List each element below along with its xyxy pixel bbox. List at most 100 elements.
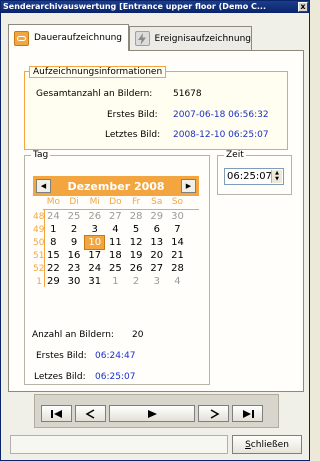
calendar-day[interactable]: 6: [146, 223, 167, 236]
calendar-day[interactable]: 23: [64, 262, 85, 275]
calendar-day[interactable]: 13: [146, 236, 167, 249]
week-number: 48: [33, 211, 45, 222]
calendar-day[interactable]: 21: [167, 249, 188, 262]
calendar-day[interactable]: 29: [146, 210, 167, 223]
calendar-day[interactable]: 19: [126, 249, 147, 262]
playback-bar: [34, 394, 279, 428]
calendar-week-row: 1 29 30 31 1 2 3 4: [33, 275, 199, 288]
skip-to-start-button[interactable]: [41, 405, 72, 422]
calendar-day[interactable]: 22: [43, 262, 64, 275]
tab-panel: Aufzeichnungsinformationen Gesamtanzahl …: [8, 50, 304, 392]
calendar-day[interactable]: 15: [43, 249, 64, 262]
calendar-weeks: 48 24 25 26 27 28 29 30 49 1 2 3 4 5 6 7 50 8 9 10 11 12 13 14 5…: [33, 210, 199, 288]
total-images-value: 51678: [173, 89, 202, 99]
calendar-day[interactable]: 27: [146, 262, 167, 275]
calendar-day[interactable]: 3: [146, 275, 167, 288]
tab-continuous-recording[interactable]: Daueraufzeichnung: [8, 24, 129, 51]
spin-down-icon[interactable]: ▼: [272, 176, 282, 182]
chevron-left-icon: ◀: [40, 182, 47, 190]
calendar-day[interactable]: 24: [43, 210, 64, 223]
time-group: Zeit 06:25:07 ▲ ▼: [217, 150, 292, 195]
calendar-header: ◀ Dezember 2008 ▶: [33, 176, 199, 196]
total-images-label: Gesamtanzahl an Bildern:: [36, 89, 153, 99]
first-image-value: 2007-06-18 06:56:32: [173, 110, 269, 120]
image-count-value: 20: [132, 330, 144, 340]
calendar-day[interactable]: 8: [43, 236, 64, 249]
time-input[interactable]: 06:25:07 ▲ ▼: [224, 168, 284, 185]
skip-to-end-button[interactable]: [232, 405, 263, 422]
calendar-day[interactable]: 5: [126, 223, 147, 236]
chevron-right-icon: ▶: [185, 182, 192, 190]
close-button[interactable]: Schließen: [232, 435, 302, 454]
day-first-image-value: 06:24:47: [95, 351, 136, 361]
time-spinner[interactable]: ▲ ▼: [271, 170, 282, 183]
time-group-title: Zeit: [224, 150, 246, 160]
day-name: Di: [69, 197, 79, 207]
day-group-title: Tag: [31, 150, 51, 160]
calendar-week-row: 51 15 16 17 18 19 20 21: [33, 249, 199, 262]
calendar-day[interactable]: 30: [64, 275, 85, 288]
calendar-day[interactable]: 2: [126, 275, 147, 288]
skip-to-start-icon: [50, 409, 62, 418]
calendar-day[interactable]: 25: [105, 262, 126, 275]
day-last-image-value: 06:25:07: [95, 372, 136, 382]
day-name: Fr: [131, 197, 141, 207]
day-group: Tag ◀ Dezember 2008 ▶ Mo Di Mi Do Fr Sa …: [24, 150, 210, 385]
tab-continuous-recording-label: Daueraufzeichnung: [34, 33, 123, 43]
calendar-day[interactable]: 9: [64, 236, 85, 249]
window-close-button[interactable]: x: [298, 2, 308, 12]
calendar-day[interactable]: 30: [167, 210, 188, 223]
calendar-day[interactable]: 28: [126, 210, 147, 223]
calendar-day[interactable]: 31: [84, 275, 105, 288]
window-titlebar[interactable]: Senderarchivauswertung [Entrance upper f…: [1, 1, 309, 13]
calendar-day[interactable]: 20: [146, 249, 167, 262]
calendar-day[interactable]: 4: [167, 275, 188, 288]
calendar-day[interactable]: 16: [64, 249, 85, 262]
calendar-day[interactable]: 10: [84, 235, 106, 250]
calendar-day[interactable]: 26: [84, 210, 105, 223]
tab-event-recording[interactable]: Ereignisaufzeichnung: [129, 26, 252, 50]
lightning-icon: [135, 31, 150, 46]
last-image-value: 2008-12-10 06:25:07: [173, 130, 269, 140]
calendar-week-row: 48 24 25 26 27 28 29 30: [33, 210, 199, 223]
calendar-day[interactable]: 12: [126, 236, 147, 249]
recording-icon: [14, 30, 29, 46]
calendar-day[interactable]: 1: [105, 275, 126, 288]
calendar-week-row: 52 22 23 24 25 26 27 28: [33, 262, 199, 275]
calendar-day[interactable]: 29: [43, 275, 64, 288]
day-first-image-label: Erstes Bild:: [36, 351, 87, 361]
day-name: Mo: [46, 197, 60, 207]
step-forward-button[interactable]: [198, 405, 229, 422]
window-title: Senderarchivauswertung [Entrance upper f…: [3, 2, 266, 11]
calendar-day[interactable]: 11: [105, 236, 126, 249]
calendar-day[interactable]: 24: [84, 262, 105, 275]
play-icon: [148, 409, 157, 418]
calendar-day[interactable]: 18: [105, 249, 126, 262]
calendar-day[interactable]: 7: [167, 223, 188, 236]
day-name: Mi: [89, 197, 100, 207]
calendar-day[interactable]: 26: [126, 262, 147, 275]
day-name: Sa: [151, 197, 163, 207]
calendar-day[interactable]: 2: [64, 223, 85, 236]
calendar-day[interactable]: 28: [167, 262, 188, 275]
calendar-prev-button[interactable]: ◀: [36, 179, 51, 193]
calendar-day[interactable]: 1: [43, 223, 64, 236]
week-number: 50: [33, 237, 45, 248]
calendar-day[interactable]: 14: [167, 236, 188, 249]
calendar-week-row: 49 1 2 3 4 5 6 7: [33, 223, 199, 236]
step-back-button[interactable]: [75, 405, 106, 422]
play-button[interactable]: [109, 405, 195, 422]
calendar-day[interactable]: 4: [105, 223, 126, 236]
tab-event-recording-label: Ereignisaufzeichnung: [154, 33, 251, 44]
calendar-day[interactable]: 25: [64, 210, 85, 223]
week-number: 51: [33, 250, 45, 261]
calendar-day[interactable]: 17: [84, 249, 105, 262]
recording-info-title: Aufzeichnungsinformationen: [29, 66, 167, 78]
calendar-day[interactable]: 27: [105, 210, 126, 223]
calendar-next-button[interactable]: ▶: [181, 179, 196, 193]
calendar-week-row: 50 8 9 10 11 12 13 14: [33, 235, 199, 250]
time-value: 06:25:07: [227, 171, 272, 182]
recording-info-group: Aufzeichnungsinformationen Gesamtanzahl …: [24, 66, 288, 150]
skip-to-end-icon: [242, 409, 254, 418]
week-column-divider: [44, 209, 45, 287]
